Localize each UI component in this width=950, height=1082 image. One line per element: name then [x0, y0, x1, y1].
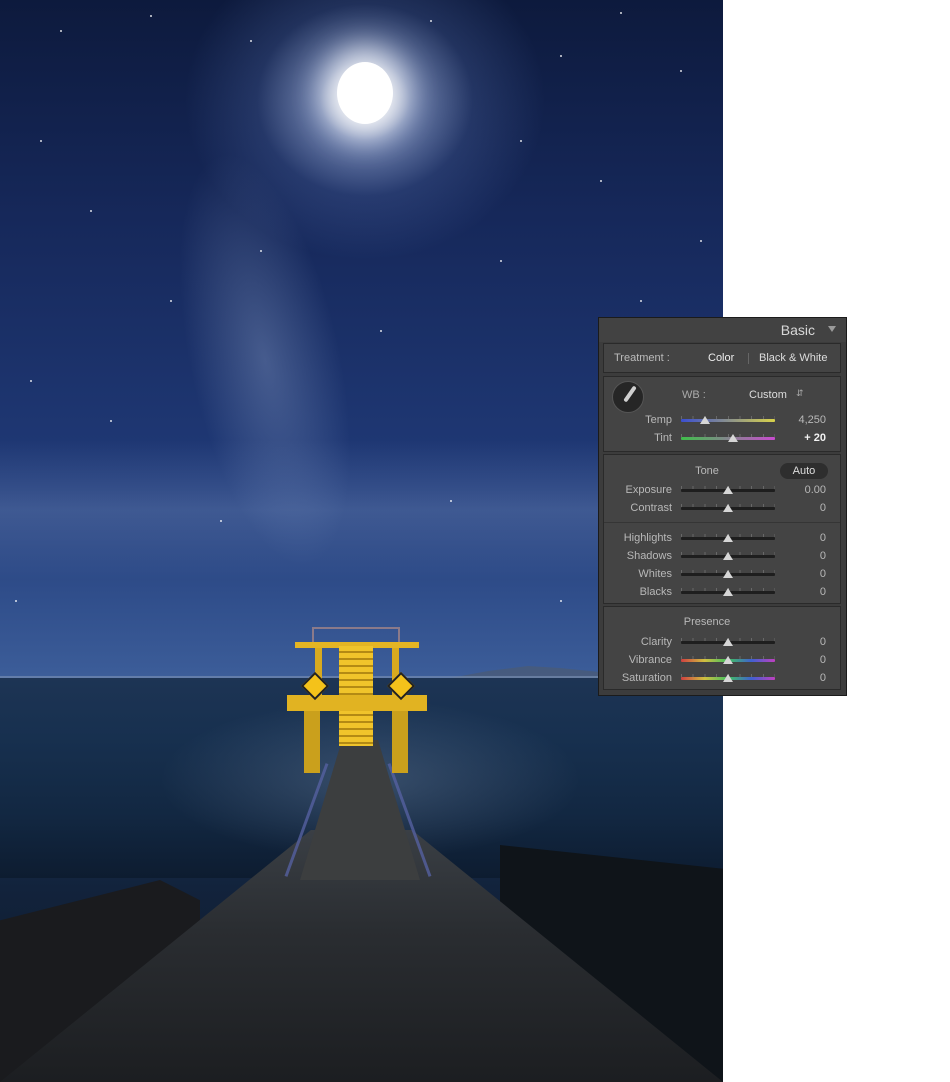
- star: [110, 420, 112, 422]
- treatment-bw-button[interactable]: Black & White: [759, 352, 827, 364]
- star: [380, 330, 382, 332]
- star: [40, 140, 42, 142]
- wb-updown-icon[interactable]: ⇵: [796, 388, 804, 399]
- slider-row-exposure: Exposure 0.00: [604, 482, 842, 500]
- star: [220, 520, 222, 522]
- temp-value[interactable]: 4,250: [798, 414, 826, 426]
- tone-section: Tone Auto Exposure 0.00 Contrast 0 Highligh…: [603, 454, 841, 604]
- basic-panel: Basic Treatment : Color Black & White WB…: [598, 317, 847, 696]
- blacks-value[interactable]: 0: [820, 586, 826, 598]
- clarity-slider-thumb[interactable]: [723, 638, 733, 646]
- star: [170, 300, 172, 302]
- star: [260, 250, 262, 252]
- highlights-slider-thumb[interactable]: [723, 534, 733, 542]
- slider-label: Exposure: [625, 484, 672, 496]
- collapse-triangle-icon[interactable]: [828, 326, 836, 332]
- tower-top-railing: [312, 627, 400, 643]
- slider-label: Tint: [654, 432, 672, 444]
- slider-label: Saturation: [621, 672, 672, 684]
- panel-title: Basic: [780, 322, 815, 338]
- moon: [337, 62, 393, 124]
- treatment-separator: [748, 353, 749, 364]
- star: [640, 300, 642, 302]
- vibrance-slider-thumb[interactable]: [723, 656, 733, 664]
- tower-leg-left: [304, 711, 320, 773]
- slider-label: Whites: [638, 568, 672, 580]
- slider-row-contrast: Contrast 0: [604, 500, 842, 518]
- slider-label: Vibrance: [628, 654, 672, 666]
- star: [250, 40, 252, 42]
- star: [90, 210, 92, 212]
- treatment-color-button[interactable]: Color: [708, 352, 734, 364]
- temp-slider-thumb[interactable]: [699, 416, 710, 424]
- slider-label: Clarity: [640, 636, 672, 648]
- star: [680, 70, 682, 72]
- slider-row-blacks: Blacks 0: [604, 584, 842, 602]
- blacks-slider-thumb[interactable]: [723, 588, 733, 596]
- clarity-value[interactable]: 0: [820, 636, 826, 648]
- wb-preset-select[interactable]: Custom: [749, 389, 787, 401]
- tower-leg-right: [392, 711, 408, 773]
- exposure-slider-thumb[interactable]: [723, 486, 733, 494]
- wb-label: WB :: [682, 389, 706, 401]
- star: [150, 15, 152, 17]
- slider-label: Contrast: [630, 502, 672, 514]
- white-balance-section: WB : Custom ⇵ Temp 4,250 Tint + 20: [603, 376, 841, 452]
- star: [560, 600, 562, 602]
- star: [450, 500, 452, 502]
- slider-row-saturation: Saturation 0: [604, 670, 842, 688]
- tone-divider: [604, 522, 840, 523]
- star: [520, 140, 522, 142]
- tint-value[interactable]: + 20: [804, 432, 826, 444]
- contrast-slider-thumb[interactable]: [723, 504, 733, 512]
- star: [30, 380, 32, 382]
- star: [620, 12, 622, 14]
- whites-slider-thumb[interactable]: [723, 570, 733, 578]
- presence-title: Presence: [683, 616, 731, 628]
- slider-row-vibrance: Vibrance 0: [604, 652, 842, 670]
- slider-row-clarity: Clarity 0: [604, 634, 842, 652]
- slider-row-highlights: Highlights 0: [604, 530, 842, 548]
- saturation-slider-thumb[interactable]: [723, 674, 733, 682]
- tower-base: [287, 695, 427, 711]
- slider-label: Highlights: [623, 532, 672, 544]
- panel-header[interactable]: Basic: [599, 318, 846, 342]
- star: [700, 240, 702, 242]
- highlights-value[interactable]: 0: [820, 532, 826, 544]
- presence-section: Presence Clarity 0 Vibrance 0 Saturation 0: [603, 606, 841, 690]
- star: [600, 180, 602, 182]
- star: [500, 260, 502, 262]
- whites-value[interactable]: 0: [820, 568, 826, 580]
- tint-slider-thumb[interactable]: [727, 434, 738, 442]
- slider-label: Temp: [645, 414, 672, 426]
- slider-row-whites: Whites 0: [604, 566, 842, 584]
- slider-row-shadows: Shadows 0: [604, 548, 842, 566]
- slider-row-temp: Temp 4,250: [604, 412, 842, 430]
- star: [560, 55, 562, 57]
- saturation-value[interactable]: 0: [820, 672, 826, 684]
- slider-row-tint: Tint + 20: [604, 430, 842, 448]
- vibrance-value[interactable]: 0: [820, 654, 826, 666]
- shadows-slider-thumb[interactable]: [723, 552, 733, 560]
- eyedropper-tip: [623, 385, 637, 403]
- star: [60, 30, 62, 32]
- contrast-value[interactable]: 0: [820, 502, 826, 514]
- shadows-value[interactable]: 0: [820, 550, 826, 562]
- treatment-label: Treatment :: [614, 352, 670, 364]
- temp-slider[interactable]: [681, 419, 775, 422]
- eyedropper-icon[interactable]: [612, 381, 644, 413]
- star: [15, 600, 17, 602]
- auto-button[interactable]: Auto: [780, 463, 828, 479]
- slider-label: Shadows: [626, 550, 672, 562]
- treatment-section: Treatment : Color Black & White: [603, 343, 841, 373]
- slider-label: Blacks: [639, 586, 672, 598]
- star: [430, 20, 432, 22]
- exposure-value[interactable]: 0.00: [805, 484, 826, 496]
